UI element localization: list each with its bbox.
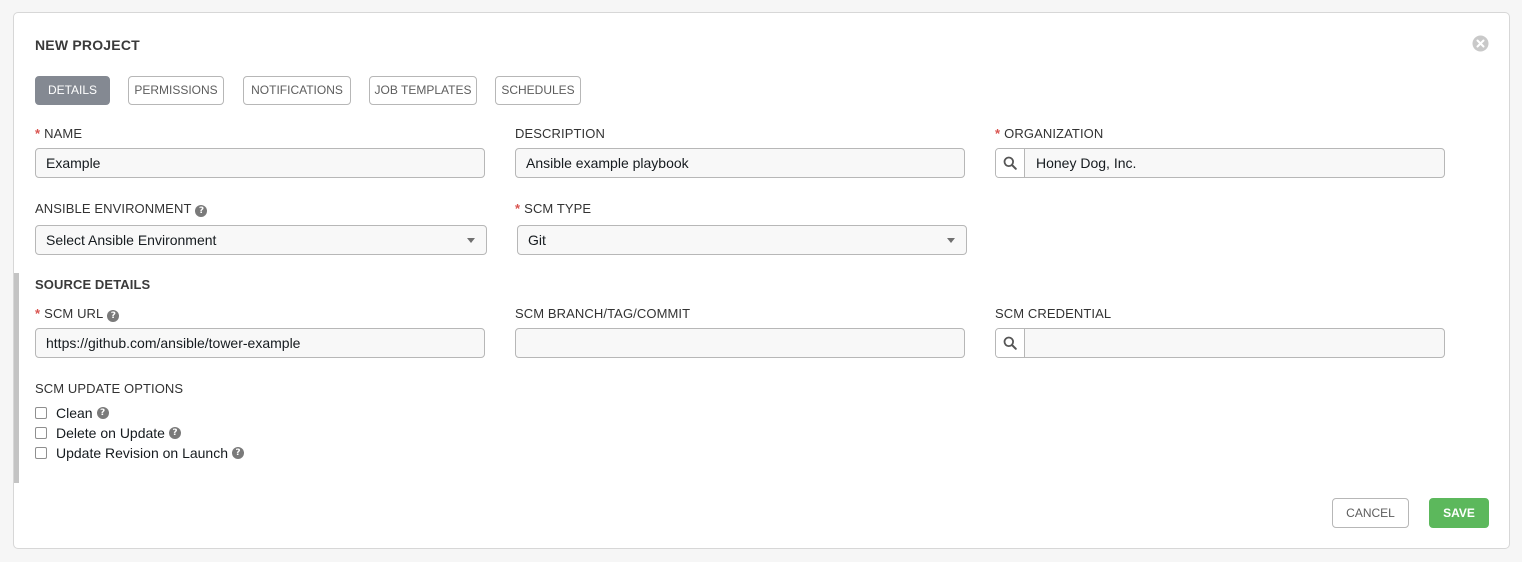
required-star: * [35, 126, 41, 141]
ansible-environment-select[interactable]: Select Ansible Environment [35, 225, 487, 255]
chevron-down-icon [467, 238, 475, 243]
update-revision-on-launch-label: Update Revision on Launch [56, 445, 229, 461]
cancel-button[interactable]: CANCEL [1332, 498, 1409, 528]
save-button[interactable]: SAVE [1429, 498, 1489, 528]
source-details-heading: SOURCE DETAILS [35, 277, 151, 292]
description-label: DESCRIPTION [515, 126, 605, 141]
source-details-indicator [14, 273, 19, 483]
option-clean: Clean ? [35, 404, 109, 422]
update-revision-on-launch-checkbox[interactable] [35, 447, 47, 459]
scm-branch-label: SCM BRANCH/TAG/COMMIT [515, 306, 691, 321]
help-icon[interactable]: ? [195, 205, 208, 217]
chevron-down-icon [947, 238, 955, 243]
help-icon[interactable]: ? [168, 427, 181, 439]
scm-url-input[interactable]: https://github.com/ansible/tower-example [35, 328, 485, 358]
organization-label: * ORGANIZATION [995, 126, 1104, 141]
clean-label: Clean [56, 405, 93, 421]
form-title: NEW PROJECT [35, 37, 140, 53]
required-star: * [995, 126, 1001, 141]
description-input[interactable]: Ansible example playbook [515, 148, 965, 178]
scm-url-label: * SCM URL? [35, 306, 120, 322]
scm-update-options-heading: SCM UPDATE OPTIONS [35, 381, 184, 396]
tab-job-templates[interactable]: JOB TEMPLATES [369, 76, 477, 105]
required-star: * [515, 201, 521, 216]
delete-on-update-label: Delete on Update [56, 425, 165, 441]
name-label: * NAME [35, 126, 83, 141]
scm-credential-label: SCM CREDENTIAL [995, 306, 1112, 321]
scm-credential-search-button[interactable] [996, 329, 1025, 357]
search-icon [1003, 336, 1017, 350]
option-update-revision-on-launch: Update Revision on Launch ? [35, 444, 245, 462]
new-project-panel: NEW PROJECT DETAILS PERMISSIONS NOTIFICA… [13, 12, 1510, 549]
tab-schedules[interactable]: SCHEDULES [495, 76, 581, 105]
delete-on-update-checkbox[interactable] [35, 427, 47, 439]
scm-credential-lookup[interactable] [995, 328, 1445, 358]
ansible-environment-value: Select Ansible Environment [46, 232, 217, 248]
organization-search-button[interactable] [996, 149, 1025, 177]
help-icon[interactable]: ? [107, 310, 120, 322]
option-delete-on-update: Delete on Update ? [35, 424, 181, 442]
clean-checkbox[interactable] [35, 407, 47, 419]
close-icon[interactable] [1472, 35, 1489, 52]
scm-branch-input[interactable] [515, 328, 965, 358]
tab-notifications[interactable]: NOTIFICATIONS [243, 76, 351, 105]
search-icon [1003, 156, 1017, 170]
ansible-environment-label: ANSIBLE ENVIRONMENT? [35, 201, 208, 217]
help-icon[interactable]: ? [96, 407, 109, 419]
scm-type-select[interactable]: Git [517, 225, 967, 255]
tab-details[interactable]: DETAILS [35, 76, 110, 105]
required-star: * [35, 306, 41, 321]
scm-type-label: * SCM TYPE [515, 201, 592, 216]
name-input[interactable]: Example [35, 148, 485, 178]
scm-type-value: Git [528, 232, 546, 248]
organization-lookup[interactable]: Honey Dog, Inc. [995, 148, 1445, 178]
organization-value: Honey Dog, Inc. [1036, 155, 1137, 171]
tab-permissions[interactable]: PERMISSIONS [128, 76, 224, 105]
help-icon[interactable]: ? [232, 447, 245, 459]
